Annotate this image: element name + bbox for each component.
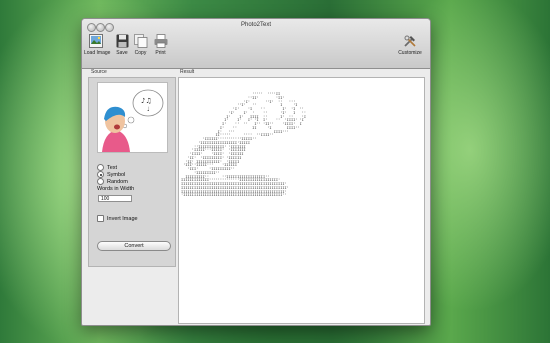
source-panel: ♪♫ ♩ Text Symbol Random Words in Width 1…: [88, 77, 176, 267]
mode-option-random[interactable]: Random: [97, 178, 128, 185]
radio-random[interactable]: [97, 178, 104, 185]
customize-label: Customize: [398, 50, 422, 56]
load-image-button[interactable]: Load Image: [84, 34, 111, 66]
words-in-width-field[interactable]: 100: [98, 195, 132, 202]
source-image-preview[interactable]: ♪♫ ♩: [97, 82, 168, 153]
print-button[interactable]: Print: [153, 34, 168, 66]
floppy-disk-icon: [116, 34, 128, 48]
mode-option-symbol-label: Symbol: [107, 171, 126, 178]
print-label: Print: [155, 50, 166, 56]
words-in-width-label: Words in Width: [97, 186, 135, 192]
window-title: Photo2Text: [240, 22, 272, 28]
tools-icon: [404, 35, 416, 47]
result-label: Result: [180, 69, 195, 75]
radio-symbol[interactable]: [97, 171, 104, 178]
invert-image-checkbox[interactable]: [97, 215, 104, 222]
load-image-label: Load Image: [84, 50, 111, 56]
save-button[interactable]: Save: [115, 34, 129, 66]
radio-text[interactable]: [97, 164, 104, 171]
convert-button[interactable]: Convert: [97, 241, 171, 251]
source-label: Source: [91, 69, 107, 75]
ascii-art-output: ''''' ''''II ''II' 'II' 'I' ''I' '' ''' …: [181, 93, 307, 199]
mode-option-symbol[interactable]: Symbol: [97, 171, 125, 178]
source-photo: ♪♫ ♩: [98, 83, 167, 152]
svg-text:♩: ♩: [147, 106, 150, 113]
invert-image-label: Invert Image: [107, 215, 138, 222]
mode-option-random-label: Random: [107, 178, 128, 185]
title-bar: Photo2Text Load Image Save Copy Print Cu…: [82, 19, 430, 69]
svg-text:♪♫: ♪♫: [141, 97, 152, 105]
copy-button[interactable]: Copy: [133, 34, 148, 66]
mode-option-text[interactable]: Text: [97, 164, 117, 171]
invert-image-option[interactable]: Invert Image: [97, 215, 138, 222]
app-window: Photo2Text Load Image Save Copy Print Cu…: [81, 18, 431, 326]
save-label: Save: [116, 50, 128, 56]
customize-button[interactable]: Customize: [395, 34, 425, 66]
copy-label: Copy: [134, 50, 147, 56]
result-area[interactable]: ''''' ''''II ''II' 'II' 'I' ''I' '' ''' …: [178, 77, 425, 324]
copy-icon: [133, 34, 147, 48]
image-icon: [89, 34, 103, 48]
mode-option-text-label: Text: [107, 164, 118, 171]
printer-icon: [154, 34, 167, 48]
